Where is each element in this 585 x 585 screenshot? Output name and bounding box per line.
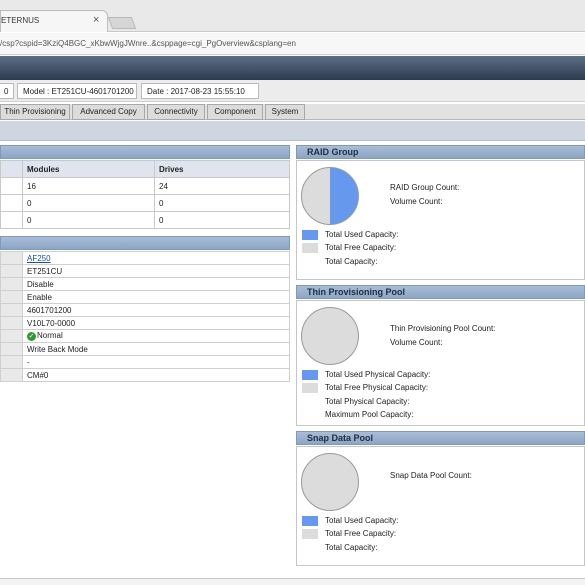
property-value: ET251CU [22,264,290,278]
tpp-count-label: Thin Provisioning Pool Count: [390,324,496,333]
table-row: 0 0 [0,194,290,212]
date-info: Date : 2017-08-23 15:55:10 [141,83,259,99]
list-item: - [0,355,290,369]
main-menu-bar: Thin Provisioning Advanced Copy Connecti… [0,104,585,120]
menu-thin-provisioning[interactable]: Thin Provisioning [0,104,70,120]
app-header-bar [0,56,585,80]
total-capacity-label: Total Capacity: [325,257,378,266]
free-capacity-swatch [302,529,318,539]
properties-table: AF250 ET251CU Disable Enable 4601701200 … [0,251,290,382]
volume-count-label: Volume Count: [390,197,443,206]
raid-group-count-label: RAID Group Count: [390,183,460,192]
left-properties-header [0,236,290,250]
row-lead [0,160,23,178]
tpp-capacity-pie [301,307,359,365]
snap-data-pool-header: Snap Data Pool [296,431,585,445]
table-cell: 0 [154,211,290,229]
property-value: CM#0 [22,368,290,382]
row-lead [0,194,23,212]
list-item: V10L70-0000 [0,316,290,330]
list-item: AF250 [0,251,290,265]
status-footer [0,578,585,585]
table-cell: 16 [22,177,155,195]
new-tab-button[interactable] [107,17,137,29]
free-capacity-swatch [302,243,318,253]
property-value: Write Back Mode [22,342,290,356]
property-value: Disable [22,277,290,291]
snap-count-label: Snap Data Pool Count: [390,471,472,480]
list-item: CM#0 [0,368,290,382]
snap-used-label: Total Used Capacity: [325,516,399,525]
menu-advanced-copy[interactable]: Advanced Copy [72,104,145,120]
used-capacity-swatch [302,370,318,380]
row-lead [0,177,23,195]
status-value: Normal [37,331,63,341]
model-info: Model : ET251CU-4601701200 [17,83,137,99]
check-icon: ✓ [27,331,36,341]
list-item: Enable [0,290,290,304]
menu-component[interactable]: Component [207,104,263,120]
tpp-free-label: Total Free Physical Capacity: [325,383,429,392]
snap-free-label: Total Free Capacity: [325,529,397,538]
free-capacity-swatch [302,383,318,393]
list-item: Disable [0,277,290,291]
browser-tab[interactable]: ETERNUS × [0,10,108,32]
menu-system[interactable]: System [265,104,305,120]
table-cell: 0 [22,194,155,212]
table-row: 0 0 [0,211,290,229]
info-box-partial: 0 [0,83,14,99]
raid-group-panel: RAID Group Count: Volume Count: Total Us… [296,160,585,280]
raid-group-header: RAID Group [296,145,585,159]
menu-connectivity[interactable]: Connectivity [147,104,205,120]
modules-drives-table: Modules Drives 16 24 0 0 0 0 [0,160,290,229]
close-icon[interactable]: × [93,14,99,26]
property-value: V10L70-0000 [22,316,290,330]
url-text: /csp?cspid=3KziQ4BGC_xKbwWjgJWnre..&cspp… [0,39,296,48]
thin-provisioning-pool-panel: Thin Provisioning Pool Count: Volume Cou… [296,300,585,426]
raid-capacity-pie [301,167,359,225]
info-bar: 0 Model : ET251CU-4601701200 Date : 2017… [0,80,585,102]
browser-tabstrip: ETERNUS × [0,0,585,32]
used-capacity-swatch [302,516,318,526]
table-cell: 0 [22,211,155,229]
list-item: Write Back Mode [0,342,290,356]
property-value: 4601701200 [22,303,290,317]
table-cell: 0 [154,194,290,212]
property-value: - [22,355,290,369]
snap-data-pool-panel: Snap Data Pool Count: Total Used Capacit… [296,446,585,566]
sub-toolbar [0,121,585,141]
snap-capacity-pie [301,453,359,511]
left-panel-header [0,145,290,159]
list-item: 4601701200 [0,303,290,317]
list-item: ET251CU [0,264,290,278]
table-cell: 24 [154,177,290,195]
table-row: 16 24 [0,177,290,195]
tpp-max-label: Maximum Pool Capacity: [325,410,414,419]
property-value: Enable [22,290,290,304]
tpp-total-label: Total Physical Capacity: [325,397,410,406]
used-capacity-swatch [302,230,318,240]
tpp-used-label: Total Used Physical Capacity: [325,370,431,379]
address-bar[interactable]: /csp?cspid=3KziQ4BGC_xKbwWjgJWnre..&cspp… [0,33,585,55]
free-capacity-label: Total Free Capacity: [325,243,397,252]
row-lead [0,211,23,229]
column-header-modules: Modules [22,160,155,178]
list-item: ✓ Normal [0,329,290,343]
model-link[interactable]: AF250 [27,254,51,263]
snap-total-label: Total Capacity: [325,543,378,552]
used-capacity-label: Total Used Capacity: [325,230,399,239]
tpp-volume-count-label: Volume Count: [390,338,443,347]
column-header-drives: Drives [154,160,290,178]
thin-provisioning-pool-header: Thin Provisioning Pool [296,285,585,299]
tab-title: ETERNUS [1,16,40,25]
